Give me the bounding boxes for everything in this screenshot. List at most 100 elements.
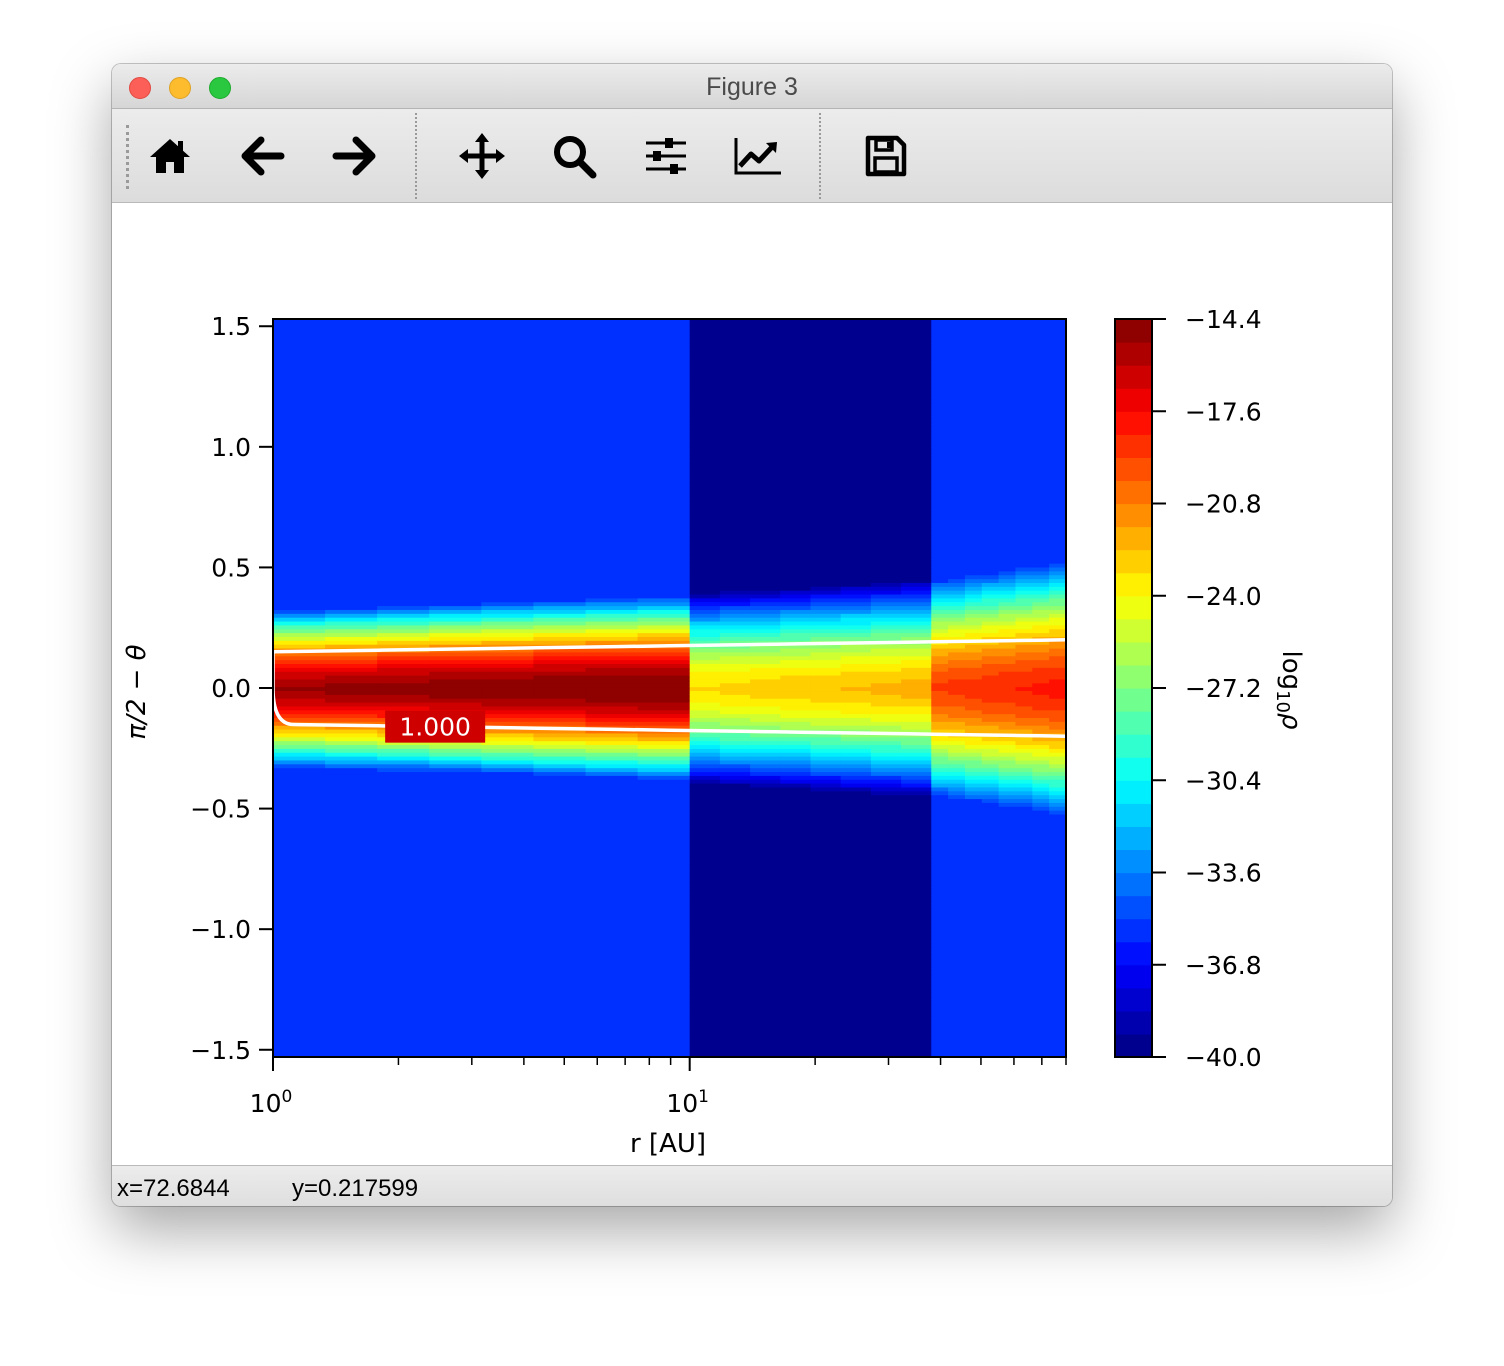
heatmap-cell-r2-s1 xyxy=(948,370,966,375)
heatmap-cell-r0-s0 xyxy=(273,678,326,684)
heatmap-cell-r2-s6 xyxy=(1032,775,1050,780)
heatmap-cell-r0-s7 xyxy=(637,802,691,807)
heatmap-cell-r0-s5 xyxy=(533,659,587,664)
heatmap-cell-r2-s4 xyxy=(998,879,1017,884)
heatmap-cell-r0-s6 xyxy=(585,837,639,842)
heatmap-cell-r0-s0 xyxy=(273,698,326,703)
heatmap-cell-r2-s3 xyxy=(981,956,1000,962)
heatmap-cell-r1-s1 xyxy=(719,570,751,576)
heatmap-cell-r2-s2 xyxy=(964,319,983,325)
heatmap-cell-r1-s5 xyxy=(840,443,872,448)
heatmap-cell-r2-s2 xyxy=(964,389,983,394)
heatmap-cell-r1-s3 xyxy=(780,678,812,684)
heatmap-cell-r1-s7 xyxy=(901,366,932,371)
heatmap-cell-r1-s5 xyxy=(840,559,872,564)
heatmap-cell-r1-s7 xyxy=(901,632,932,637)
heatmap-cell-r2-s4 xyxy=(998,806,1017,811)
heatmap-cell-r2-s2 xyxy=(964,690,983,695)
heatmap-cell-r0-s2 xyxy=(377,771,430,776)
heatmap-cell-r2-s5 xyxy=(1015,346,1033,352)
heatmap-cell-r2-s4 xyxy=(998,528,1017,533)
heatmap-cell-r1-s6 xyxy=(870,779,902,784)
heatmap-cell-r1-s3 xyxy=(780,323,812,329)
heatmap-cell-r2-s6 xyxy=(1032,455,1050,460)
heatmap-cell-r1-s1 xyxy=(719,825,751,830)
heatmap-cell-r0-s7 xyxy=(637,385,691,391)
heatmap-cell-r2-s4 xyxy=(998,462,1017,468)
heatmap-cell-r0-s5 xyxy=(533,404,587,410)
heatmap-cell-r1-s1 xyxy=(719,883,751,888)
heatmap-cell-r1-s4 xyxy=(810,593,842,599)
heatmap-cell-r1-s2 xyxy=(750,813,781,819)
heatmap-cell-r0-s1 xyxy=(325,817,378,823)
heatmap-cell-r0-s6 xyxy=(585,921,639,927)
heatmap-cell-r0-s5 xyxy=(533,632,587,637)
heatmap-cell-r2-s4 xyxy=(998,721,1017,726)
heatmap-cell-r0-s7 xyxy=(637,956,691,962)
heatmap-cell-r2-s2 xyxy=(964,331,983,336)
heatmap-cell-r2-s6 xyxy=(1032,964,1050,969)
heatmap-cell-r2-s1 xyxy=(948,1018,966,1023)
heatmap-cell-r0-s0 xyxy=(273,601,326,607)
heatmap-cell-r2-s1 xyxy=(948,887,966,892)
heatmap-cell-r2-s1 xyxy=(948,960,966,965)
heatmap-cell-r0-s7 xyxy=(637,783,691,788)
heatmap-cell-r0-s2 xyxy=(377,964,430,969)
heatmap-cell-r0-s0 xyxy=(273,825,326,830)
heatmap-cell-r1-s0 xyxy=(689,663,721,668)
heatmap-cell-r2-s4 xyxy=(998,424,1017,429)
heatmap-cell-r0-s1 xyxy=(325,319,378,325)
heatmap-cell-r1-s4 xyxy=(810,1006,842,1012)
heatmap-cell-r2-s6 xyxy=(1032,586,1050,591)
heatmap-cell-r0-s4 xyxy=(481,825,535,830)
heatmap-cell-r1-s1 xyxy=(719,987,751,992)
heatmap-cell-r1-s4 xyxy=(810,574,842,580)
heatmap-cell-r1-s2 xyxy=(750,705,781,711)
heatmap-cell-r2-s7 xyxy=(1049,991,1066,996)
heatmap-cell-r0-s4 xyxy=(481,744,535,749)
heatmap-cell-r1-s3 xyxy=(780,373,812,379)
heatmap-cell-r2-s1 xyxy=(948,393,966,398)
heatmap-cell-r1-s4 xyxy=(810,339,842,344)
heatmap-cell-r1-s5 xyxy=(840,848,872,854)
heatmap-cell-r2-s3 xyxy=(981,574,1000,580)
heatmap-cell-r0-s1 xyxy=(325,694,378,699)
heatmap-cell-r1-s0 xyxy=(689,952,721,958)
heatmap-cell-r1-s3 xyxy=(780,848,812,854)
heatmap-cell-r0-s7 xyxy=(637,590,691,595)
heatmap-cell-r2-s0 xyxy=(931,1002,949,1008)
heatmap-cell-r2-s0 xyxy=(931,775,949,780)
heatmap-cell-r0-s1 xyxy=(325,358,378,364)
heatmap-cell-r2-s1 xyxy=(948,1010,966,1016)
heatmap-cell-r2-s5 xyxy=(1015,478,1033,483)
heatmap-cell-r2-s1 xyxy=(948,752,966,757)
heatmap-cell-r1-s3 xyxy=(780,647,812,653)
heatmap-cell-r1-s2 xyxy=(750,918,781,923)
heatmap-cell-r1-s0 xyxy=(689,682,721,688)
heatmap-cell-r1-s6 xyxy=(870,447,902,452)
heatmap-cell-r1-s1 xyxy=(719,354,751,360)
heatmap-cell-r0-s7 xyxy=(637,1014,691,1020)
heatmap-cell-r2-s2 xyxy=(964,474,983,479)
y-tick-label: 0.5 xyxy=(211,553,251,582)
heatmap-cell-r2-s3 xyxy=(981,350,1000,356)
heatmap-cell-r1-s3 xyxy=(780,1041,812,1047)
heatmap-cell-r2-s2 xyxy=(964,323,983,329)
heatmap-cell-r2-s7 xyxy=(1049,478,1066,483)
heatmap-cell-r2-s5 xyxy=(1015,667,1033,672)
heatmap-cell-r2-s6 xyxy=(1032,1045,1050,1050)
heatmap-cell-r0-s4 xyxy=(481,1033,535,1039)
heatmap-cell-r1-s3 xyxy=(780,972,812,977)
heatmap-cell-r2-s0 xyxy=(931,323,949,329)
heatmap-cell-r0-s0 xyxy=(273,327,326,333)
heatmap-cell-r0-s4 xyxy=(481,431,535,437)
heatmap-cell-r1-s1 xyxy=(719,327,751,333)
heatmap-cell-r1-s1 xyxy=(719,455,751,460)
heatmap-cell-r1-s2 xyxy=(750,412,781,418)
heatmap-cell-r0-s5 xyxy=(533,331,587,336)
heatmap-cell-r1-s4 xyxy=(810,435,842,441)
figure-canvas[interactable]: 1.000 1.51.00.50.0−0.5−1.0−1.5100 101 −14… xyxy=(0,0,1504,1366)
heatmap-cell-r0-s6 xyxy=(585,975,639,981)
heatmap-cell-r0-s7 xyxy=(637,354,691,360)
heatmap-cell-r2-s7 xyxy=(1049,779,1066,784)
